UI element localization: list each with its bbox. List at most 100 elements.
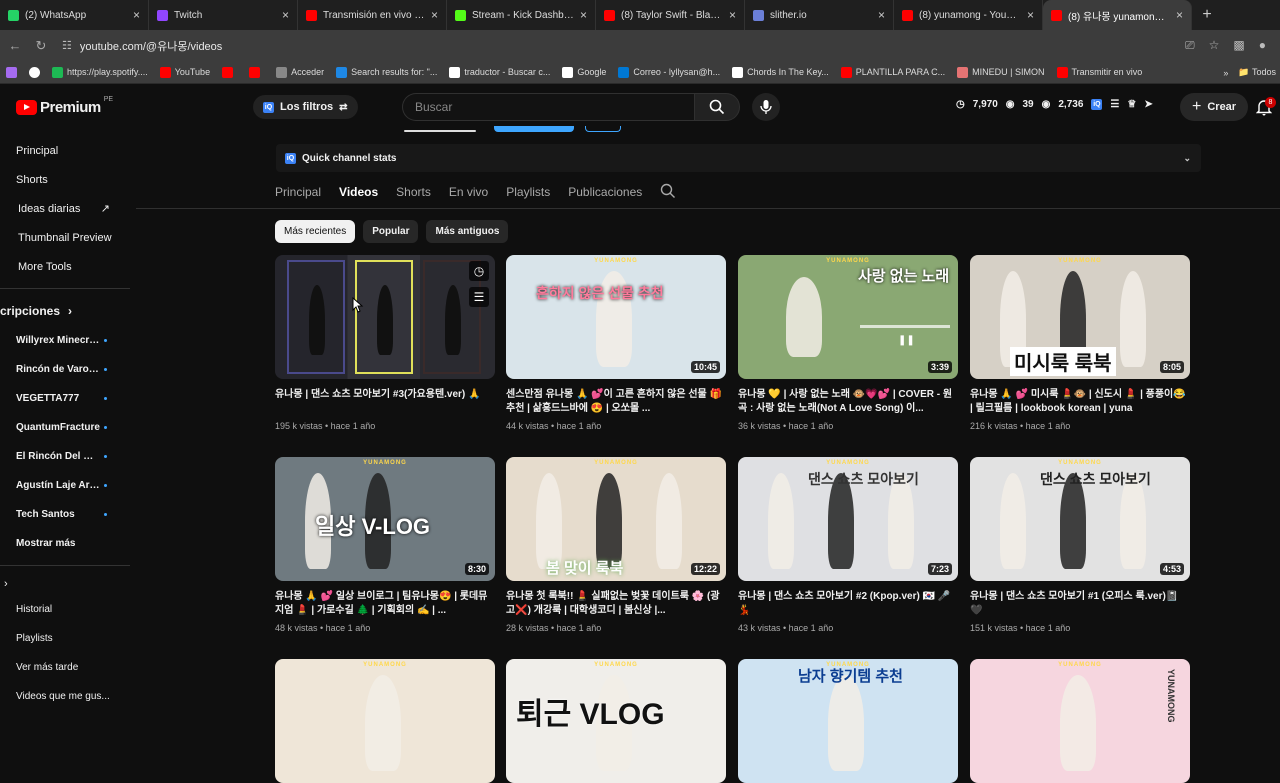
tab-principal[interactable]: Principal xyxy=(275,185,321,199)
create-button[interactable]: + Crear xyxy=(1180,93,1249,121)
bookmark-item[interactable] xyxy=(249,66,264,78)
video-card[interactable]: YUNAMONG 남자 향기템 추천 xyxy=(738,659,958,783)
browser-tab[interactable]: (2) WhatsApp × xyxy=(0,0,149,30)
site-info-icon[interactable]: ☷ xyxy=(62,39,72,52)
bookmark-item[interactable]: PLANTILLA PARA C... xyxy=(840,66,945,78)
extensions-icon[interactable]: ▩ xyxy=(1233,38,1244,53)
subscriptions-header[interactable]: cripciones › xyxy=(0,296,130,326)
library-item[interactable]: Historial xyxy=(0,595,130,624)
close-tab-icon[interactable]: × xyxy=(133,8,140,22)
close-tab-icon[interactable]: × xyxy=(878,8,885,22)
sidebar-item-principal[interactable]: Principal xyxy=(0,136,130,165)
close-tab-icon[interactable]: × xyxy=(580,8,587,22)
video-title[interactable]: 유나몽 | 댄스 쇼츠 모아보기 #3(가요용텐.ver) 🙏 xyxy=(275,388,495,416)
sidebar-item-thumbnail-preview[interactable]: Thumbnail Preview xyxy=(0,223,130,252)
filters-button[interactable]: iQ Los filtros ⇄ xyxy=(253,95,358,119)
browser-tab[interactable]: Stream - Kick Dashboard × xyxy=(447,0,596,30)
browser-tab[interactable]: Transmisión en vivo - You × xyxy=(298,0,447,30)
bookmark-star-icon[interactable]: ☆ xyxy=(1209,38,1220,53)
add-to-queue-icon[interactable]: ☰ xyxy=(469,287,489,307)
video-thumbnail[interactable]: YUNAMONG YUNAMONG xyxy=(970,659,1190,783)
video-card[interactable]: YUNAMONG 봄 맞이 룩북 12:22 유나몽 첫 록북!! 💄 실패없는 벚꽃… xyxy=(506,457,726,633)
video-card[interactable]: YUNAMONG 댄스 쇼츠 모아보기 4:53 유나몽 | 댄스 쇼츠 모아보기 #… xyxy=(970,457,1190,633)
show-more-button[interactable]: Mostrar más xyxy=(0,529,130,558)
subscription-item[interactable]: Willyrex Minecraft xyxy=(0,326,130,355)
tab-videos[interactable]: Videos xyxy=(339,185,378,199)
library-item[interactable]: Ver más tarde xyxy=(0,653,130,682)
close-tab-icon[interactable]: × xyxy=(1176,8,1183,22)
new-tab-button[interactable]: + xyxy=(1192,0,1222,30)
tab-playlists[interactable]: Playlists xyxy=(506,185,550,199)
bookmark-item[interactable]: MINEDU | SIMON xyxy=(957,66,1045,78)
sort-chip[interactable]: Más antiguos xyxy=(426,220,509,243)
video-thumbnail[interactable]: ◷ ☰ xyxy=(275,255,495,379)
browser-tab[interactable]: (8) Taylor Swift - Blank Sp × xyxy=(596,0,745,30)
sidebar-item-more-tools[interactable]: More Tools xyxy=(0,252,130,281)
video-title[interactable]: 유나몽 첫 록북!! 💄 실패없는 벚꽃 데이트룩 🌸 (광고❌) 개강룩 | … xyxy=(506,590,726,618)
bookmark-item[interactable]: Chords In The Key... xyxy=(732,66,829,78)
video-card[interactable]: YUNAMONG 댄스 쇼츠 모아보기 7:23 유나몽 | 댄스 쇼츠 모아보기 #… xyxy=(738,457,958,633)
video-card[interactable]: ◷ ☰ 유나몽 | 댄스 쇼츠 모아보기 #3(가요용텐.ver) 🙏 195 k v… xyxy=(275,255,495,431)
bookmark-item[interactable]: https://play.spotify.... xyxy=(52,66,148,78)
browser-tab[interactable]: (8) 유나몽 yunamong_ - Y × xyxy=(1043,0,1192,30)
sidebar-item-shorts[interactable]: Shorts xyxy=(0,165,130,194)
vidiq-icon[interactable]: iQ xyxy=(1091,99,1103,110)
browser-tab[interactable]: slither.io × xyxy=(745,0,894,30)
subscription-item[interactable]: Agustín Laje Arri... xyxy=(0,471,130,500)
video-card[interactable]: YUNAMONG 미시룩 룩북 8:05 유나몽 🙏 💕 미시룩 💄🐵 | 신도시 💄… xyxy=(970,255,1190,431)
bookmark-item[interactable]: Google xyxy=(562,66,606,78)
trophy-icon[interactable]: ♕ xyxy=(1127,99,1136,110)
reload-icon[interactable]: ↻ xyxy=(30,35,52,57)
bookmark-item[interactable]: traductor - Buscar c... xyxy=(449,66,550,78)
close-tab-icon[interactable]: × xyxy=(431,8,438,22)
tab-publicaciones[interactable]: Publicaciones xyxy=(568,185,642,199)
video-title[interactable]: 유나몽 🙏 💕 미시룩 💄🐵 | 신도시 💄 | 풍풍이😂 | 릴크필름 | l… xyxy=(970,388,1190,416)
close-tab-icon[interactable]: × xyxy=(282,8,289,22)
video-card[interactable]: YUNAMONG 사랑 없는 노래 ❚❚ 3:39 유나몽 💛 | 사랑 없는 노래 🐵… xyxy=(738,255,958,431)
video-thumbnail[interactable]: YUNAMONG 봄 맞이 룩북 12:22 xyxy=(506,457,726,581)
sort-chip[interactable]: Popular xyxy=(363,220,419,243)
profile-icon[interactable]: ● xyxy=(1259,38,1266,53)
close-tab-icon[interactable]: × xyxy=(729,8,736,22)
library-item[interactable]: Playlists xyxy=(0,624,130,653)
library-item[interactable]: Videos que me gus... xyxy=(0,682,130,711)
video-thumbnail[interactable]: YUNAMONG 흔하지 않은 선물 추천 10:45 xyxy=(506,255,726,379)
bookmarks-more-button[interactable]: » xyxy=(1223,68,1228,78)
subscription-item[interactable]: QuantumFracture xyxy=(0,413,130,442)
video-thumbnail[interactable]: YUNAMONG 미시룩 룩북 8:05 xyxy=(970,255,1190,379)
tab-shorts[interactable]: Shorts xyxy=(396,185,431,199)
bookmark-item[interactable]: Transmitir en vivo xyxy=(1056,66,1142,78)
bookmark-item[interactable]: Correo - lyllysan@h... xyxy=(618,66,720,78)
voice-search-button[interactable] xyxy=(752,93,780,121)
youtube-premium-logo[interactable]: Premium PE xyxy=(16,96,113,116)
watch-later-icon[interactable]: ◷ xyxy=(469,261,489,281)
close-tab-icon[interactable]: × xyxy=(1027,8,1034,22)
sidebar-item-ideas-diarias[interactable]: Ideas diarias ↗ xyxy=(0,194,130,223)
bookmarks-folder[interactable]: 📁 Todos xyxy=(1238,67,1276,78)
video-title[interactable]: 센스만점 유나몽 🙏 💕이 고른 흔하지 않은 선물 🎁 추천 | 삶흥드느바에… xyxy=(506,388,726,416)
rocket-icon[interactable]: ➤ xyxy=(1144,99,1152,110)
video-thumbnail[interactable]: YUNAMONG xyxy=(275,659,495,783)
quick-channel-stats-bar[interactable]: iQ Quick channel stats ⌄ xyxy=(276,144,1201,172)
vidiq-stats[interactable]: ◷ 7,970 ◉ 39 ◉ 2,736 iQ ☰ ♕ ➤ xyxy=(956,99,1153,110)
bookmark-item[interactable]: Search results for: "... xyxy=(336,66,437,78)
video-card[interactable]: YUNAMONG 퇴근 VLOG xyxy=(506,659,726,783)
video-title[interactable]: 유나몽 | 댄스 쇼츠 모아보기 #1 (오피스 룩.ver)📓🖤 xyxy=(970,590,1190,618)
bookmark-item[interactable]: Acceder xyxy=(276,66,324,78)
install-app-icon[interactable]: ⎚ xyxy=(1185,38,1195,53)
video-thumbnail[interactable]: YUNAMONG 댄스 쇼츠 모아보기 7:23 xyxy=(738,457,958,581)
google-bookmark[interactable] xyxy=(29,66,40,78)
address-bar[interactable]: ☷ youtube.com/@유나몽/videos xyxy=(58,35,1179,57)
list-icon[interactable]: ☰ xyxy=(1110,99,1119,110)
subscription-item[interactable]: Rincón de Varo - ... xyxy=(0,355,130,384)
you-section-toggle[interactable]: › xyxy=(0,573,130,595)
video-title[interactable]: 유나몽 🙏 💕 일상 브이로그 | 팀유나몽😍 | 롯데뮤지엄 💄 | 가로수길… xyxy=(275,590,495,618)
browser-tab[interactable]: Twitch × xyxy=(149,0,298,30)
subscription-item[interactable]: VEGETTA777 xyxy=(0,384,130,413)
video-thumbnail[interactable]: YUNAMONG 남자 향기템 추천 xyxy=(738,659,958,783)
video-card[interactable]: YUNAMONG 흔하지 않은 선물 추천 10:45 센스만점 유나몽 🙏 💕이 고… xyxy=(506,255,726,431)
sort-chip[interactable]: Más recientes xyxy=(275,220,356,243)
subscription-item[interactable]: Tech Santos xyxy=(0,500,130,529)
search-input[interactable]: Buscar xyxy=(402,93,694,121)
channel-search-icon[interactable] xyxy=(660,183,676,202)
